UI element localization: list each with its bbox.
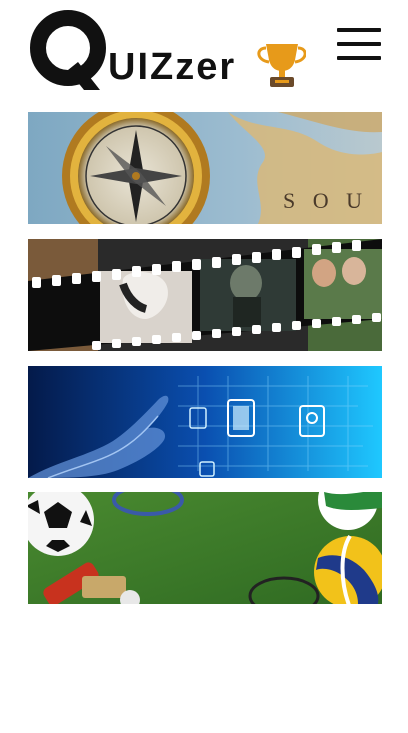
app-header: UIZzer bbox=[0, 0, 408, 100]
menu-bar bbox=[337, 56, 381, 60]
category-card-sports[interactable] bbox=[28, 492, 382, 604]
trophy-icon bbox=[257, 44, 306, 87]
hamburger-menu-icon[interactable] bbox=[334, 26, 384, 66]
category-card-technology[interactable] bbox=[28, 366, 382, 478]
quizzer-logo[interactable]: UIZzer bbox=[30, 8, 306, 96]
menu-bar bbox=[337, 28, 381, 32]
category-card-movies[interactable] bbox=[28, 239, 382, 351]
logo-text: UIZzer bbox=[108, 46, 236, 88]
category-card-geography[interactable]: S O U bbox=[28, 112, 382, 224]
menu-bar bbox=[337, 42, 381, 46]
map-text: S O U bbox=[283, 188, 368, 213]
